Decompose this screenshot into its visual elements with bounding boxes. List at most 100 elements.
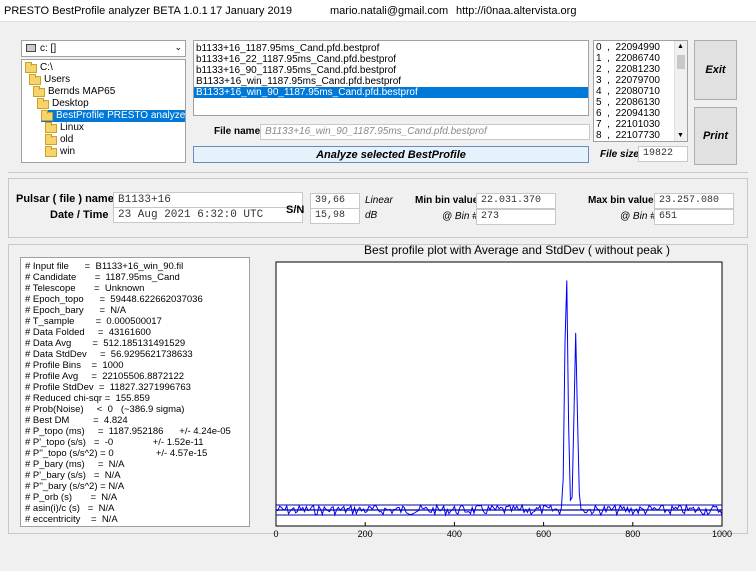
tree-item[interactable]: Linux: [45, 121, 84, 134]
date-time-field: 23 Aug 2021 6:32:0 UTC: [113, 207, 303, 223]
filesize-field: 19822: [638, 146, 688, 162]
values-scrollbar[interactable]: ▲ ▼: [674, 41, 687, 141]
stats-line: # Candidate = 1187.95ms_Cand: [25, 272, 180, 283]
x-tick-label: 200: [358, 529, 373, 538]
app-title: PRESTO BestProfile analyzer BETA 1.0.1: [4, 5, 208, 17]
max-bin-at-label: @ Bin #: [620, 211, 656, 222]
stats-line: # P''_bary (s/s^2) = N/A: [25, 481, 125, 492]
drive-select[interactable]: c: [] ⌄: [21, 40, 186, 57]
x-tick-label: 400: [447, 529, 462, 538]
chevron-down-icon[interactable]: ⌄: [174, 42, 182, 53]
min-bin-field: 22.031.370: [476, 193, 556, 209]
x-tick-label: 1000: [712, 529, 732, 538]
filename-field: B1133+16_win_90_1187.95ms_Cand.pfd.bestp…: [260, 124, 590, 140]
analyze-button[interactable]: Analyze selected BestProfile: [193, 146, 589, 163]
stats-line: # Epoch_bary = N/A: [25, 305, 127, 316]
min-bin-index-field: 273: [476, 209, 556, 225]
stats-line: # Data StdDev = 56.9295621738633: [25, 349, 193, 360]
file-list-item[interactable]: B1133+16_win_90_1187.95ms_Cand.pfd.bestp…: [194, 87, 588, 98]
stats-line: # Profile Avg = 22105506.8872122: [25, 371, 185, 382]
title-bar: PRESTO BestProfile analyzer BETA 1.0.1 1…: [0, 0, 756, 22]
stats-line: # asin(i)/c (s) = N/A: [25, 503, 115, 514]
print-button[interactable]: Print: [694, 107, 737, 165]
bin-values-list[interactable]: 0 , 22094990 1 , 22086740 2 , 22081230 3 , …: [593, 40, 688, 142]
min-bin-label: Min bin value: [415, 195, 479, 206]
date-time-label: Date / Time: [50, 209, 109, 221]
min-bin-at-label: @ Bin #: [442, 211, 478, 222]
x-tick-label: 600: [536, 529, 551, 538]
folder-icon: [45, 133, 57, 145]
tree-item[interactable]: Desktop: [37, 97, 89, 110]
folder-icon: [37, 97, 49, 109]
tree-item-label: BestProfile PRESTO analyzer 1.0.1.e: [56, 110, 186, 121]
tree-item-label: old: [60, 134, 74, 145]
tree-item[interactable]: BestProfile PRESTO analyzer 1.0.1.e: [41, 109, 186, 122]
stats-line: # P'_topo (s/s) = -0 +/- 1.52e-11: [25, 437, 204, 448]
tree-item[interactable]: win: [45, 145, 75, 158]
open-folder-icon: [25, 61, 37, 73]
directory-tree[interactable]: C:\ Users Bernds MAP65 Desktop BestProfile P…: [21, 59, 186, 163]
tree-item[interactable]: C:\: [25, 61, 53, 74]
file-list[interactable]: b1133+16_1187.95ms_Cand.pfd.bestprof b113…: [193, 40, 589, 116]
stats-line: # Epoch_topo = 59448.622662037036: [25, 294, 203, 305]
stats-line: # P_topo (ms) = 1187.952186 +/- 4.24e-05: [25, 426, 231, 437]
sn-linear-label: Linear: [365, 195, 393, 206]
file-list-item[interactable]: b1133+16_90_1187.95ms_Cand.pfd.bestprof: [194, 65, 588, 76]
tree-item-label: C:\: [40, 62, 53, 73]
x-tick-label: 0: [273, 529, 278, 538]
stats-line: # eccentricity = N/A: [25, 514, 118, 525]
stats-line: # Prob(Noise) < 0 (~386.9 sigma): [25, 404, 185, 415]
bin-value-item[interactable]: 9 , 22108280: [594, 141, 687, 142]
stats-line: # Data Folded = 43161600: [25, 327, 151, 338]
stats-line: # Telescope = Unknown: [25, 283, 145, 294]
stats-line: # Input file = B1133+16_win_90.fil: [25, 261, 184, 272]
tree-item[interactable]: old: [45, 133, 74, 146]
stats-line: # Data Avg = 512.185131491529: [25, 338, 186, 349]
plot-area: [275, 261, 723, 527]
file-list-item[interactable]: b1133+16_1187.95ms_Cand.pfd.bestprof: [194, 43, 588, 54]
stats-textbox[interactable]: # Input file = B1133+16_win_90.fil # Cand…: [20, 257, 250, 527]
tree-item-label: Linux: [60, 122, 84, 133]
author-url: http://i0naa.altervista.org: [456, 5, 577, 17]
max-bin-label: Max bin value: [588, 195, 654, 206]
file-list-item[interactable]: B1133+16_win_1187.95ms_Cand.pfd.bestprof: [194, 76, 588, 87]
scroll-down-icon[interactable]: ▼: [677, 132, 684, 139]
drive-label: c: []: [40, 43, 57, 54]
x-tick-label: 800: [625, 529, 640, 538]
stats-line: # P''_topo (s/s^2) = 0 +/- 4.57e-15: [25, 448, 208, 459]
tree-item-label: Users: [44, 74, 71, 85]
pulsar-name-field: B1133+16: [113, 192, 303, 208]
file-list-item[interactable]: b1133+16_22_1187.95ms_Cand.pfd.bestprof: [194, 54, 588, 65]
folder-icon: [33, 85, 45, 97]
sn-linear-field: 39,66: [310, 193, 360, 209]
tree-item[interactable]: Bernds MAP65: [33, 85, 115, 98]
tree-item[interactable]: Users: [29, 73, 71, 86]
exit-button[interactable]: Exit: [694, 40, 737, 100]
stats-line: # P_bary (ms) = N/A: [25, 459, 125, 470]
folder-icon: [29, 73, 41, 85]
stats-line: # w (rad) = N/A: [25, 525, 249, 526]
stats-line: # Profile Bins = 1000: [25, 360, 124, 371]
open-folder-icon: [41, 109, 53, 121]
chart-title: Best profile plot with Average and StdDe…: [364, 243, 670, 257]
drive-icon: [26, 44, 36, 52]
app-date: 17 January 2019: [210, 5, 292, 17]
divider: [8, 172, 748, 173]
stats-line: # T_sample = 0.000500017: [25, 316, 162, 327]
tree-item-label: Desktop: [52, 98, 89, 109]
stats-line: # P'_bary (s/s) = N/A: [25, 470, 121, 481]
sn-db-field: 15,98: [310, 208, 360, 224]
stats-line: # Reduced chi-sqr = 155.859: [25, 393, 150, 404]
scroll-up-icon[interactable]: ▲: [677, 43, 684, 50]
folder-icon: [45, 121, 57, 133]
max-bin-index-field: 651: [654, 209, 734, 225]
sn-db-label: dB: [365, 210, 378, 221]
pulsar-name-label: Pulsar ( file ) name: [16, 193, 114, 205]
stats-line: # P_orb (s) = N/A: [25, 492, 118, 503]
stats-line: # Best DM = 4.824: [25, 415, 128, 426]
folder-icon: [45, 145, 57, 157]
app-window: PRESTO BestProfile analyzer BETA 1.0.1 1…: [0, 0, 756, 571]
scroll-thumb[interactable]: [677, 55, 685, 69]
sn-label: S/N: [286, 204, 305, 216]
filename-label: File name: [214, 126, 261, 137]
